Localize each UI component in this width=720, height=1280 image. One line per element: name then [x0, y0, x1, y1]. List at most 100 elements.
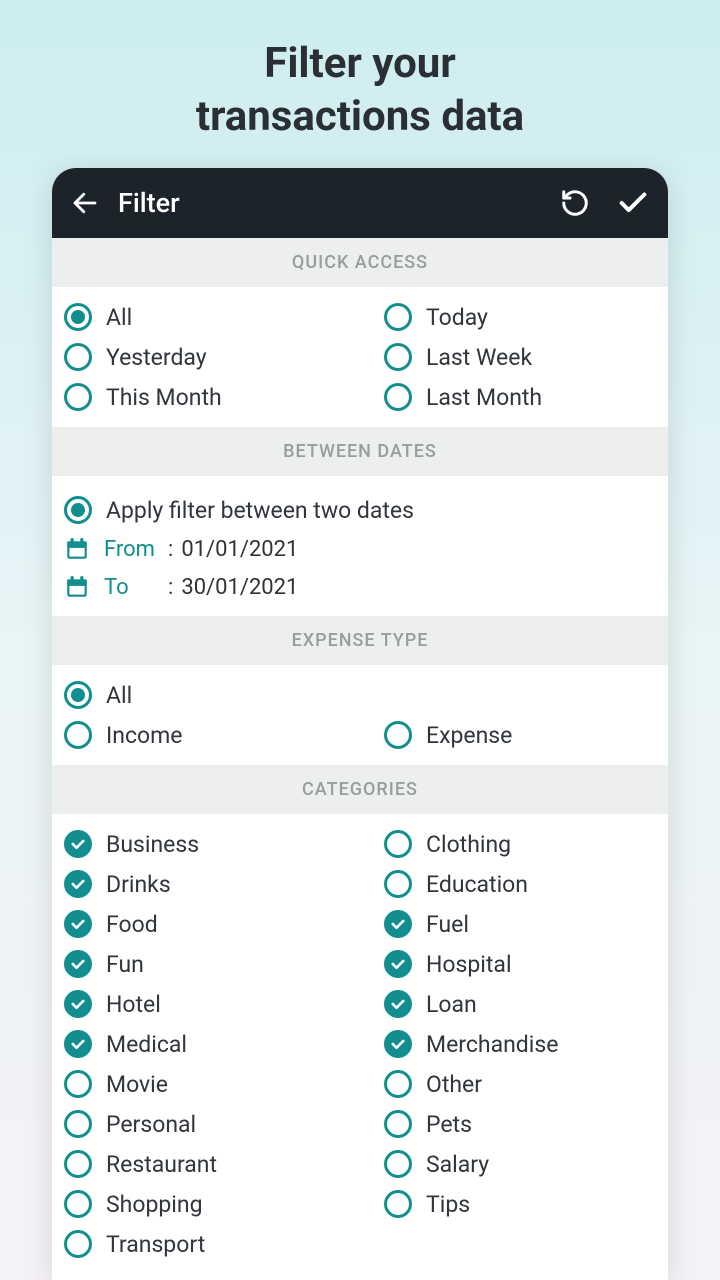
category-option-education[interactable]: Education [384, 864, 656, 904]
checkbox-icon [64, 950, 92, 978]
option-label: Hotel [106, 991, 161, 1018]
quick-access-option-today[interactable]: Today [384, 297, 656, 337]
category-option-fun[interactable]: Fun [64, 944, 336, 984]
checkbox-icon [384, 1190, 412, 1218]
category-option-shopping[interactable]: Shopping [64, 1184, 336, 1224]
option-label: Merchandise [426, 1031, 558, 1058]
arrow-left-icon [70, 188, 100, 218]
option-label: Fuel [426, 911, 469, 938]
category-option-drinks[interactable]: Drinks [64, 864, 336, 904]
to-date-value: 30/01/2021 [181, 575, 298, 600]
checkbox-icon [384, 1070, 412, 1098]
page-title: Filter [118, 187, 534, 219]
section-header-categories: CATEGORIES [52, 765, 668, 814]
checkbox-icon [384, 870, 412, 898]
expense-type-option-all[interactable]: All [64, 675, 336, 715]
option-label: Education [426, 871, 528, 898]
from-date-row[interactable]: From : 01/01/2021 [64, 530, 656, 568]
option-label: Hospital [426, 951, 512, 978]
reset-button[interactable] [560, 188, 590, 218]
category-option-pets[interactable]: Pets [384, 1104, 656, 1144]
checkbox-icon [384, 910, 412, 938]
option-label: Last Month [426, 384, 542, 411]
checkbox-icon [64, 870, 92, 898]
option-label: Income [106, 722, 182, 749]
option-label: Tips [426, 1191, 470, 1218]
category-option-movie[interactable]: Movie [64, 1064, 336, 1104]
section-header-quick-access: QUICK ACCESS [52, 238, 668, 287]
to-date-row[interactable]: To : 30/01/2021 [64, 568, 656, 606]
option-label: Loan [426, 991, 477, 1018]
radio-icon [384, 383, 412, 411]
category-option-loan[interactable]: Loan [384, 984, 656, 1024]
checkbox-icon [64, 1110, 92, 1138]
option-label: Restaurant [106, 1151, 217, 1178]
option-label: Fun [106, 951, 144, 978]
promo-title: Filter your transactions data [0, 0, 720, 143]
option-label: Expense [426, 722, 512, 749]
apply-between-dates-option[interactable]: Apply filter between two dates [64, 490, 656, 530]
option-label: Today [426, 304, 488, 331]
category-option-restaurant[interactable]: Restaurant [64, 1144, 336, 1184]
checkbox-icon [64, 910, 92, 938]
option-label: Last Week [426, 344, 532, 371]
checkbox-icon [384, 830, 412, 858]
section-header-between-dates: BETWEEN DATES [52, 427, 668, 476]
quick-access-option-last-month[interactable]: Last Month [384, 377, 656, 417]
between-dates-body: Apply filter between two dates From : 01… [52, 476, 668, 616]
from-label: From [104, 537, 168, 562]
option-label: Food [106, 911, 158, 938]
checkbox-icon [64, 990, 92, 1018]
checkbox-icon [64, 830, 92, 858]
expense-type-option-expense[interactable]: Expense [384, 715, 656, 755]
category-option-business[interactable]: Business [64, 824, 336, 864]
category-option-salary[interactable]: Salary [384, 1144, 656, 1184]
option-label: Movie [106, 1071, 168, 1098]
separator: : [168, 575, 173, 600]
check-icon [616, 186, 650, 220]
quick-access-option-all[interactable]: All [64, 297, 336, 337]
category-option-merchandise[interactable]: Merchandise [384, 1024, 656, 1064]
radio-icon [64, 721, 92, 749]
quick-access-body: AllYesterdayThis Month Today Last Week Las… [52, 287, 668, 427]
expense-type-option-income[interactable]: Income [64, 715, 336, 755]
checkbox-icon [384, 1030, 412, 1058]
category-option-fuel[interactable]: Fuel [384, 904, 656, 944]
option-label: Salary [426, 1151, 489, 1178]
category-option-medical[interactable]: Medical [64, 1024, 336, 1064]
category-option-food[interactable]: Food [64, 904, 336, 944]
checkbox-icon [64, 1030, 92, 1058]
option-label: Other [426, 1071, 482, 1098]
category-option-tips[interactable]: Tips [384, 1184, 656, 1224]
category-option-other[interactable]: Other [384, 1064, 656, 1104]
quick-access-option-yesterday[interactable]: Yesterday [64, 337, 336, 377]
back-button[interactable] [70, 188, 100, 218]
checkbox-icon [384, 1110, 412, 1138]
radio-icon [64, 496, 92, 524]
apply-button[interactable] [616, 186, 650, 220]
apply-between-dates-label: Apply filter between two dates [106, 497, 414, 524]
checkbox-icon [64, 1190, 92, 1218]
category-option-hotel[interactable]: Hotel [64, 984, 336, 1024]
option-label: Shopping [106, 1191, 202, 1218]
category-option-transport[interactable]: Transport [64, 1224, 336, 1264]
radio-icon [64, 383, 92, 411]
quick-access-option-last-week[interactable]: Last Week [384, 337, 656, 377]
reset-icon [560, 188, 590, 218]
option-label: Pets [426, 1111, 472, 1138]
category-option-personal[interactable]: Personal [64, 1104, 336, 1144]
separator: : [168, 537, 173, 562]
quick-access-option-this-month[interactable]: This Month [64, 377, 336, 417]
option-label: Business [106, 831, 199, 858]
promo-line1: Filter your [0, 38, 720, 91]
calendar-icon [64, 574, 90, 600]
category-option-clothing[interactable]: Clothing [384, 824, 656, 864]
app-header: Filter [52, 168, 668, 238]
option-label: Drinks [106, 871, 171, 898]
checkbox-icon [64, 1070, 92, 1098]
checkbox-icon [384, 1150, 412, 1178]
categories-body: Business Drinks Food Fun Hotel Medical Movie Pe… [52, 814, 668, 1274]
radio-icon [384, 343, 412, 371]
category-option-hospital[interactable]: Hospital [384, 944, 656, 984]
checkbox-icon [64, 1150, 92, 1178]
